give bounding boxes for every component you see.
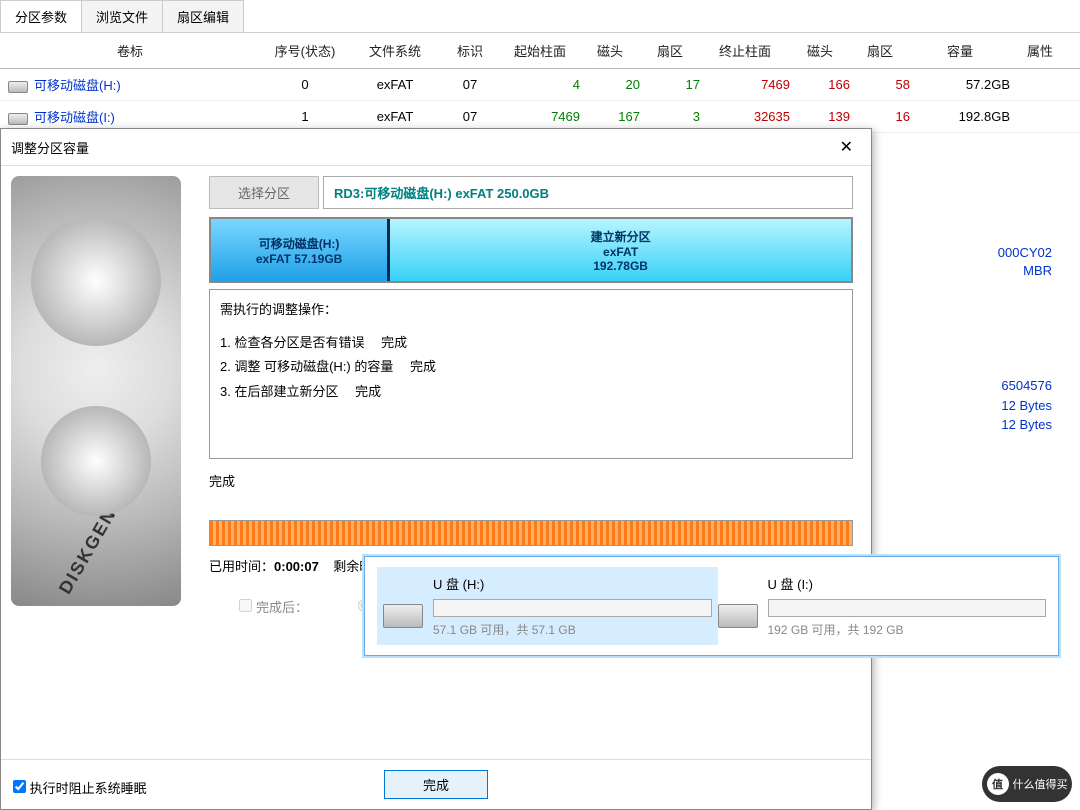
checkbox[interactable] <box>239 599 252 612</box>
cell: exFAT <box>350 77 440 92</box>
checkbox[interactable] <box>13 780 26 793</box>
disk-model-info: 000CY02MBR <box>998 244 1052 280</box>
partition-table-header: 卷标 序号(状态) 文件系统 标识 起始柱面 磁头 扇区 终止柱面 磁头 扇区 … <box>0 33 1080 69</box>
cell: 7469 <box>700 77 790 92</box>
partition-bar[interactable]: 可移动磁盘(H:) exFAT 57.19GB 建立新分区 exFAT 192.… <box>209 217 853 283</box>
partition-b[interactable]: 建立新分区 exFAT 192.78GB <box>390 219 851 281</box>
col-start-head[interactable]: 磁头 <box>580 33 640 68</box>
ops-heading: 需执行的调整操作： <box>220 298 842 323</box>
drive-i[interactable]: U 盘 (I:) 192 GB 可用，共 192 GB <box>718 567 1047 645</box>
operations-list: 需执行的调整操作： 1. 检查各分区是否有错误 完成 2. 调整 可移动磁盘(H… <box>209 289 853 459</box>
cell: 17 <box>640 77 700 92</box>
cell: 07 <box>440 109 500 124</box>
drive-h[interactable]: U 盘 (H:) 57.1 GB 可用，共 57.1 GB <box>377 567 718 645</box>
col-capacity[interactable]: 容量 <box>910 33 1010 68</box>
part-label: exFAT <box>603 245 638 259</box>
drive-icon <box>718 604 758 628</box>
partition-a[interactable]: 可移动磁盘(H:) exFAT 57.19GB <box>211 219 390 281</box>
ops-line: 3. 在后部建立新分区 完成 <box>220 380 842 405</box>
cell: 166 <box>790 77 850 92</box>
table-row[interactable]: 可移动磁盘(H:) 0 exFAT 07 4 20 17 7469 166 58… <box>0 69 1080 101</box>
cell: 7469 <box>500 109 580 124</box>
cell: 32635 <box>700 109 790 124</box>
col-flag[interactable]: 标识 <box>440 33 500 68</box>
ops-line: 2. 调整 可移动磁盘(H:) 的容量 完成 <box>220 355 842 380</box>
prevent-sleep-checkbox[interactable]: 执行时阻止系统睡眠 <box>13 778 147 797</box>
drive-icon <box>8 81 28 93</box>
tab-sector-edit[interactable]: 扇区编辑 <box>162 0 244 32</box>
cell: 4 <box>500 77 580 92</box>
watermark: 什么值得买 <box>982 766 1072 802</box>
ops-line: 1. 检查各分区是否有错误 完成 <box>220 331 842 356</box>
col-attr[interactable]: 属性 <box>1010 33 1070 68</box>
part-label: 192.78GB <box>593 259 648 273</box>
col-end-head[interactable]: 磁头 <box>790 33 850 68</box>
cell: exFAT <box>350 109 440 124</box>
drives-tooltip: U 盘 (H:) 57.1 GB 可用，共 57.1 GB U 盘 (I:) 1… <box>364 556 1059 656</box>
drive-usage-bar <box>768 599 1047 617</box>
cell: 07 <box>440 77 500 92</box>
part-label: 可移动磁盘(H:) <box>259 235 340 252</box>
col-end-cyl[interactable]: 终止柱面 <box>700 33 790 68</box>
col-seq[interactable]: 序号(状态) <box>260 33 350 68</box>
select-partition-button[interactable]: 选择分区 <box>209 176 319 209</box>
resize-partition-dialog: 调整分区容量 ✕ DISKGENIUS 选择分区 RD3:可移动磁盘(H:) e… <box>0 128 872 810</box>
after-done-checkbox[interactable]: 完成后： <box>239 597 308 616</box>
drive-title: U 盘 (H:) <box>433 574 712 593</box>
drive-icon <box>383 604 423 628</box>
cell: 167 <box>580 109 640 124</box>
col-start-cyl[interactable]: 起始柱面 <box>500 33 580 68</box>
diskgenius-logo: DISKGENIUS <box>55 473 139 598</box>
volume-name: 可移动磁盘(H:) <box>0 75 260 94</box>
drive-title: U 盘 (I:) <box>768 574 1047 593</box>
cell: 16 <box>850 109 910 124</box>
part-label: 建立新分区 <box>591 228 651 245</box>
done-button[interactable]: 完成 <box>384 770 488 799</box>
progress-bar <box>209 520 853 546</box>
volume-name: 可移动磁盘(I:) <box>0 107 260 126</box>
cell: 1 <box>260 109 350 124</box>
close-icon[interactable]: ✕ <box>832 135 861 159</box>
tab-partition-params[interactable]: 分区参数 <box>0 0 82 32</box>
cell: 192.8GB <box>910 109 1010 124</box>
main-tabs: 分区参数 浏览文件 扇区编辑 <box>0 0 1080 33</box>
cell: 139 <box>790 109 850 124</box>
status-text: 完成 <box>209 471 853 490</box>
disk-side-values: 650457612 Bytes12 Bytes <box>1001 376 1052 435</box>
part-label: exFAT 57.19GB <box>256 252 342 266</box>
col-volume[interactable]: 卷标 <box>0 33 260 68</box>
drive-subtitle: 192 GB 可用，共 192 GB <box>768 621 1047 638</box>
drive-icon <box>8 113 28 125</box>
dialog-left-panel: DISKGENIUS <box>1 166 191 766</box>
dialog-title: 调整分区容量 <box>11 138 89 157</box>
cell: 3 <box>640 109 700 124</box>
disk-image: DISKGENIUS <box>11 176 181 606</box>
col-end-sec[interactable]: 扇区 <box>850 33 910 68</box>
cell: 0 <box>260 77 350 92</box>
cell: 57.2GB <box>910 77 1010 92</box>
col-start-sec[interactable]: 扇区 <box>640 33 700 68</box>
selected-partition-path: RD3:可移动磁盘(H:) exFAT 250.0GB <box>323 176 853 209</box>
col-fs[interactable]: 文件系统 <box>350 33 440 68</box>
tab-browse-files[interactable]: 浏览文件 <box>81 0 163 32</box>
drive-usage-bar <box>433 599 712 617</box>
cell: 58 <box>850 77 910 92</box>
cell: 20 <box>580 77 640 92</box>
drive-subtitle: 57.1 GB 可用，共 57.1 GB <box>433 621 712 638</box>
